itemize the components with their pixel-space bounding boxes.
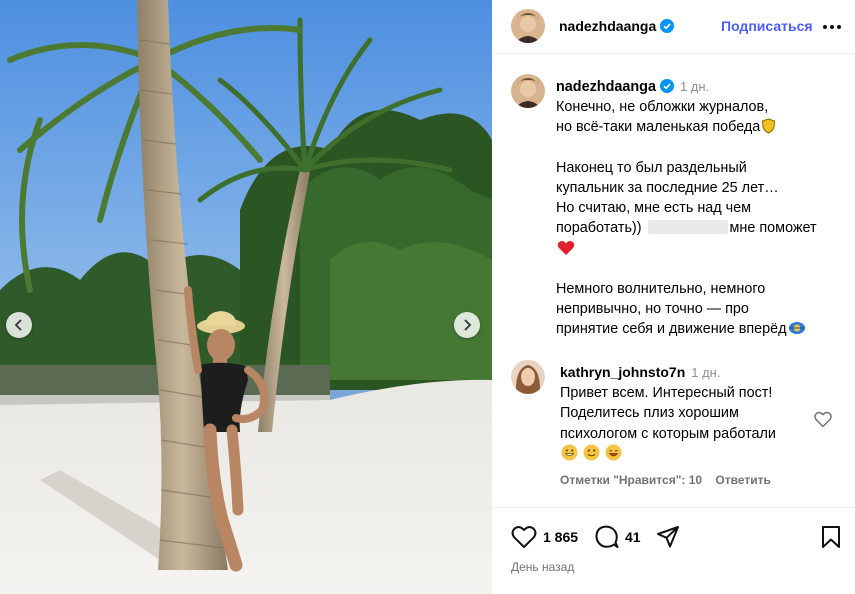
post-actions: 1 865 41 День назад [492,507,855,594]
more-options-icon [823,25,841,29]
share-button[interactable] [656,525,680,549]
caption-line-text: поработать)) [556,220,642,237]
blurred-mention[interactable] [647,220,728,235]
caption-line-text: принятие себя и движение вперёд [556,321,787,338]
save-button[interactable] [820,525,842,549]
author-username[interactable]: nadezhdaanga [559,18,675,34]
caption-time[interactable]: 1 дн. [680,79,709,94]
caption-line: купальник за последние 25 лет… [556,180,779,196]
author-username-text: nadezhdaanga [559,18,657,34]
beach-photo-image [0,0,492,594]
comment-icon [595,525,619,548]
verified-badge-icon [660,19,675,33]
chevron-right-icon [464,319,472,331]
comment-line: психологом с которым работали [560,425,776,442]
avatar-image [511,9,545,43]
commenter-avatar[interactable] [511,360,545,394]
post-side-panel: nadezhdaanga Подписаться nadezhdaanga 1 д… [492,0,855,594]
likes-count[interactable]: 1 865 [543,529,578,545]
author-avatar[interactable] [511,9,545,43]
comments-list[interactable]: nadezhdaanga 1 дн. Конечно, не обложки жу… [492,55,855,507]
heart-outline-icon [814,411,832,428]
comment-body: kathryn_johnsto7n 1 дн. Привет всем. Инте… [560,362,810,464]
comment-line: Привет всем. Интересный пост! [560,385,773,402]
caption-line: Немного волнительно, немного [556,281,766,297]
post-header: nadezhdaanga Подписаться [492,0,855,54]
comment-button[interactable]: 41 [595,525,641,549]
red-heart-emoji-icon [557,240,575,255]
smiling-emoji-icon [583,444,600,461]
comment-line: Поделитесь плиз хорошим [560,405,739,422]
caption-author-username[interactable]: nadezhdaanga [556,79,656,95]
caption-author-avatar[interactable] [511,74,545,108]
bookmark-icon [822,526,840,548]
caption-line: поработать)) мне поможет [556,218,842,238]
more-options-button[interactable] [821,17,843,37]
comment-likes-count[interactable]: Отметки "Нравится": 10 [560,473,702,487]
commenter-username[interactable]: kathryn_johnsto7n [560,364,685,380]
like-button[interactable]: 1 865 [511,525,578,549]
comment-emoji-line [560,444,810,464]
comment-meta: Отметки "Нравится": 10 Ответить [560,473,781,487]
post-caption: nadezhdaanga 1 дн. Конечно, не обложки жу… [556,77,842,340]
caption-line: Но считаю, мне есть над чем [556,200,752,217]
shield-emoji-icon [762,118,776,134]
post-date[interactable]: День назад [511,560,574,574]
caption-line: принятие себя и движение вперёд [556,319,842,339]
caption-line [556,239,842,259]
caption-line: непривычно, но точно — про [556,301,749,318]
caption-line-text: мне поможет [729,220,817,237]
caption-line: Конечно, не обложки журналов, [556,99,769,116]
caption-line: но всё-таки маленькая победа [556,117,842,137]
laughing-emoji-icon [605,444,622,461]
follow-button[interactable]: Подписаться [721,18,813,34]
comment-time[interactable]: 1 дн. [691,365,720,380]
comment-like-button[interactable] [814,411,832,433]
avatar-image [511,74,545,108]
chevron-left-icon [14,319,22,331]
previous-photo-button[interactable] [6,312,32,338]
next-photo-button[interactable] [454,312,480,338]
caption-line-text: но всё-таки маленькая победа [556,119,761,136]
verified-badge-icon [659,79,674,93]
post-photo[interactable] [0,0,492,594]
avatar-image [511,360,545,394]
running-emoji-icon [788,322,805,335]
comments-count[interactable]: 41 [625,529,641,545]
heart-icon [511,526,537,548]
grinning-emoji-icon [561,444,578,461]
share-icon [657,526,679,548]
caption-line: Наконец то был раздельный [556,159,747,176]
comment-reply-button[interactable]: Ответить [715,473,770,487]
